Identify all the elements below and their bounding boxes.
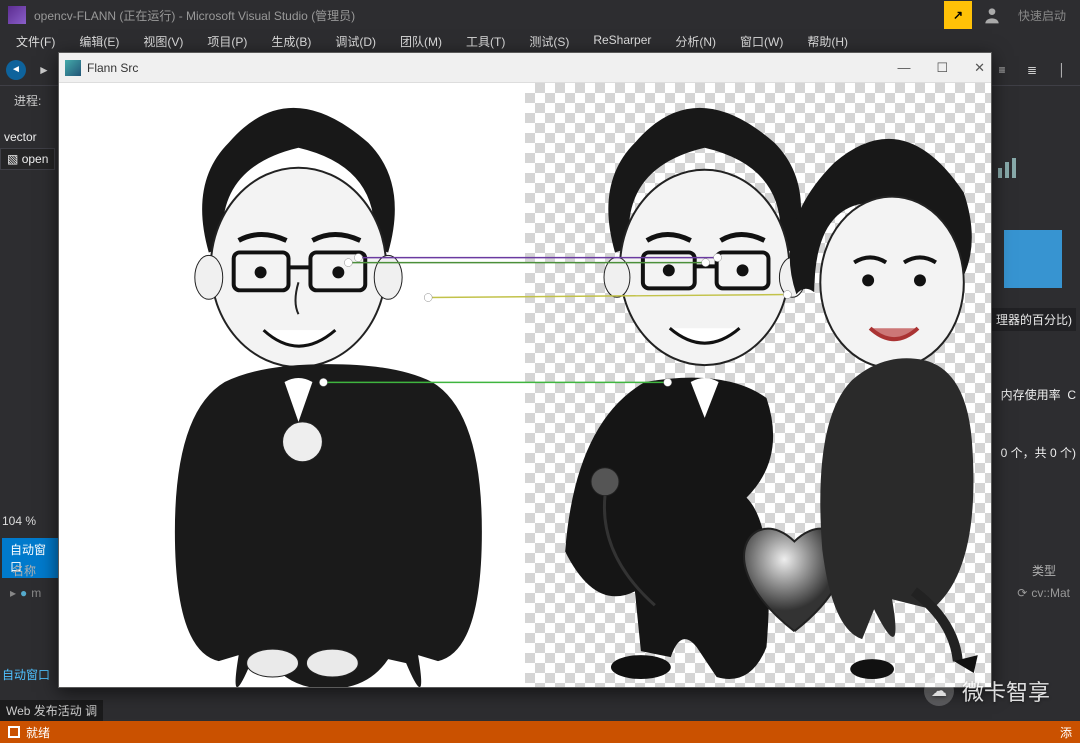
- menubar: 文件(F) 编辑(E) 视图(V) 项目(P) 生成(B) 调试(D) 团队(M…: [0, 30, 1080, 54]
- menu-project[interactable]: 项目(P): [195, 30, 259, 54]
- flann-output-window: Flann Src — ☐ ✕: [58, 52, 992, 688]
- chart-icon[interactable]: [996, 156, 1020, 180]
- user-icon[interactable]: [982, 5, 1002, 25]
- auto-window-tab[interactable]: 自动窗口: [2, 666, 50, 683]
- watermark: ☁ 微卡智享: [924, 675, 1050, 707]
- nav-back-button[interactable]: ◄: [6, 60, 26, 80]
- menu-debug[interactable]: 调试(D): [323, 30, 388, 54]
- toolbar-sep-icon: │: [1050, 58, 1074, 82]
- flann-window-title: Flann Src: [87, 61, 138, 75]
- keypoint-icon: [424, 294, 432, 302]
- notification-sign-icon[interactable]: ↗: [944, 1, 972, 29]
- open-tab-icon: ▧: [7, 152, 18, 166]
- menu-tools[interactable]: 工具(T): [454, 30, 517, 54]
- menu-team[interactable]: 团队(M): [388, 30, 454, 54]
- status-ready: 就绪: [26, 724, 50, 741]
- close-button[interactable]: ✕: [974, 60, 985, 76]
- mem-usage-label: 内存使用率 C: [1001, 386, 1076, 403]
- tree-bullet-icon: ●: [20, 586, 27, 600]
- menu-help[interactable]: 帮助(H): [795, 30, 860, 54]
- keypoint-icon: [714, 254, 722, 262]
- window-title: opencv-FLANN (正在运行) - Microsoft Visual S…: [34, 7, 355, 24]
- opencv-window-icon: [65, 60, 81, 76]
- refresh-icon[interactable]: ⟳: [1017, 586, 1027, 600]
- toolbar-outdent-icon[interactable]: ≣: [1020, 58, 1044, 82]
- menu-build[interactable]: 生成(B): [259, 30, 323, 54]
- flann-window-titlebar[interactable]: Flann Src — ☐ ✕: [59, 53, 991, 83]
- keypoint-icon: [344, 259, 352, 267]
- col-name: 名称: [12, 562, 36, 579]
- toolbar-indent-icon[interactable]: ≡: [990, 58, 1014, 82]
- keypoint-icon: [664, 378, 672, 386]
- vs-logo-icon: [8, 6, 26, 24]
- menu-analyze[interactable]: 分析(N): [663, 30, 728, 54]
- type-value: ⟳ cv::Mat: [1017, 586, 1070, 600]
- match-overlay: [59, 83, 991, 688]
- nav-fwd-button[interactable]: ►: [32, 58, 56, 82]
- keypoint-icon: [702, 259, 710, 267]
- menu-window[interactable]: 窗口(W): [728, 30, 795, 54]
- flann-image-body: [59, 83, 991, 687]
- diag-chart-block: [1004, 230, 1062, 288]
- events-label: 0 个，共 0 个): [1001, 444, 1076, 461]
- web-publish-tab[interactable]: Web 发布活动 调: [0, 700, 103, 721]
- status-stop-icon[interactable]: [8, 726, 20, 738]
- minimize-button[interactable]: —: [897, 60, 910, 76]
- maximize-button[interactable]: ☐: [936, 60, 948, 76]
- open-tab[interactable]: ▧ open: [0, 148, 55, 170]
- keypoint-icon: [354, 254, 362, 262]
- tree-expand-icon[interactable]: ▸: [10, 586, 16, 600]
- menu-test[interactable]: 测试(S): [517, 30, 581, 54]
- cpu-pct-label: 理器的百分比): [992, 308, 1076, 331]
- zoom-level[interactable]: 104 %: [2, 514, 36, 528]
- menu-edit[interactable]: 编辑(E): [67, 30, 131, 54]
- status-right: 添: [1060, 724, 1072, 741]
- tree-row[interactable]: ▸ ● m: [10, 586, 41, 600]
- titlebar: opencv-FLANN (正在运行) - Microsoft Visual S…: [0, 0, 1080, 30]
- statusbar: 就绪 添: [0, 721, 1080, 743]
- menu-resharper[interactable]: ReSharper: [581, 30, 663, 54]
- menu-view[interactable]: 视图(V): [131, 30, 195, 54]
- quick-launch-input[interactable]: 快速启动: [1012, 5, 1072, 26]
- keypoint-icon: [783, 291, 791, 299]
- match-line: [428, 295, 787, 298]
- menu-file[interactable]: 文件(F): [4, 30, 67, 54]
- wechat-icon: ☁: [924, 676, 954, 706]
- col-type: 类型: [1032, 562, 1056, 579]
- keypoint-icon: [319, 378, 327, 386]
